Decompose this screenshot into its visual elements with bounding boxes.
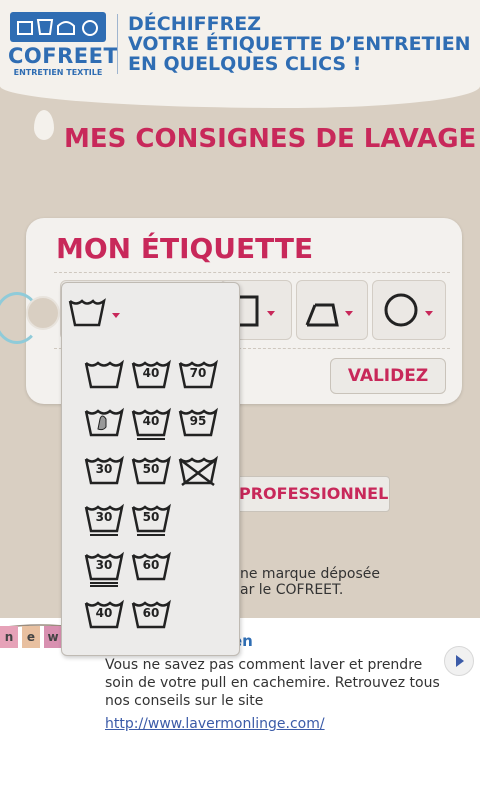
wash-temperature-label: 95 [189,414,207,428]
news-flag: n [0,626,18,648]
news-flag: w [44,626,62,648]
header-tagline: DÉCHIFFREZ VOTRE ÉTIQUETTE D’ENTRETIEN E… [128,14,471,74]
section-title: MES CONSIGNES DE LAVAGE [64,124,477,154]
wash-option-30-icon[interactable]: 30 [82,501,126,539]
wash-temperature-label: 30 [95,462,113,476]
header-divider [117,14,118,74]
wash-option-40-icon[interactable]: 40 [129,357,173,395]
wash-option-plain-icon[interactable] [82,357,126,395]
cofreet-logo: COFREET ENTRETIEN TEXTILE [8,12,119,77]
wash-option-70-icon[interactable]: 70 [176,357,220,395]
wash-temperature-label: 70 [189,366,207,380]
tagline-line: DÉCHIFFREZ [128,13,262,35]
wash-option-50-icon[interactable]: 50 [129,453,173,491]
header-wave [0,86,480,108]
wash-option-30-icon[interactable]: 30 [82,549,126,587]
news-flag: e [22,626,40,648]
wash-temperature-label: 30 [95,510,113,524]
dry-cleaning-selector[interactable] [372,280,446,340]
ironing-selector[interactable] [296,280,368,340]
wash-option-50-icon[interactable]: 50 [129,501,173,539]
wash-tub-icon [68,298,120,327]
wash-temperature-label: 40 [142,414,160,428]
wash-option-30-icon[interactable]: 30 [82,453,126,491]
trademark-notice: ne marque déposée ar le COFREET. [240,566,380,598]
dry-clean-circle-icon [384,293,433,327]
water-drop-icon [34,110,54,140]
wash-option-40-icon[interactable]: 40 [82,597,126,635]
wash-option-hand-icon[interactable] [82,405,126,443]
washing-dropdown-header[interactable] [62,283,239,341]
wash-option-60-icon[interactable]: 60 [129,597,173,635]
wash-temperature-label: 40 [95,606,113,620]
tagline-line: VOTRE ÉTIQUETTE D’ENTRETIEN [128,33,471,55]
washing-dropdown[interactable]: 40 70 40 95 30 50 30 50 30 60 40 60 [61,282,240,656]
brand-name: COFREET [8,44,119,68]
wash-option-60-icon[interactable]: 60 [129,549,173,587]
tag-divider [54,272,450,274]
trademark-line: ne marque déposée [240,566,380,582]
validate-button[interactable]: VALIDEZ [330,358,446,394]
tag-title: MON ÉTIQUETTE [56,232,314,265]
brand-subtitle: ENTRETIEN TEXTILE [13,68,103,77]
news-link[interactable]: http://www.lavermonlinge.com/ [105,716,325,732]
wash-option-95-icon[interactable]: 95 [176,405,220,443]
wash-temperature-label: 40 [142,366,160,380]
wash-temperature-label: 60 [142,606,160,620]
news-text: Vous ne savez pas comment laver et prend… [105,657,440,709]
trademark-line: ar le COFREET. [240,582,344,598]
wash-temperature-label: 50 [142,510,160,524]
logo-mark-icon [10,12,106,42]
wash-option-x-icon[interactable] [176,453,220,491]
next-arrow-icon[interactable] [444,646,474,676]
tagline-line: EN QUELQUES CLICS ! [128,53,362,75]
professional-button[interactable]: PROFESSIONNEL [232,476,390,512]
wash-option-40-icon[interactable]: 40 [129,405,173,443]
header: COFREET ENTRETIEN TEXTILE DÉCHIFFREZ VOT… [0,0,480,87]
wash-temperature-label: 60 [142,558,160,572]
wash-temperature-label: 30 [95,558,113,572]
iron-icon [305,303,353,327]
wash-temperature-label: 50 [142,462,160,476]
